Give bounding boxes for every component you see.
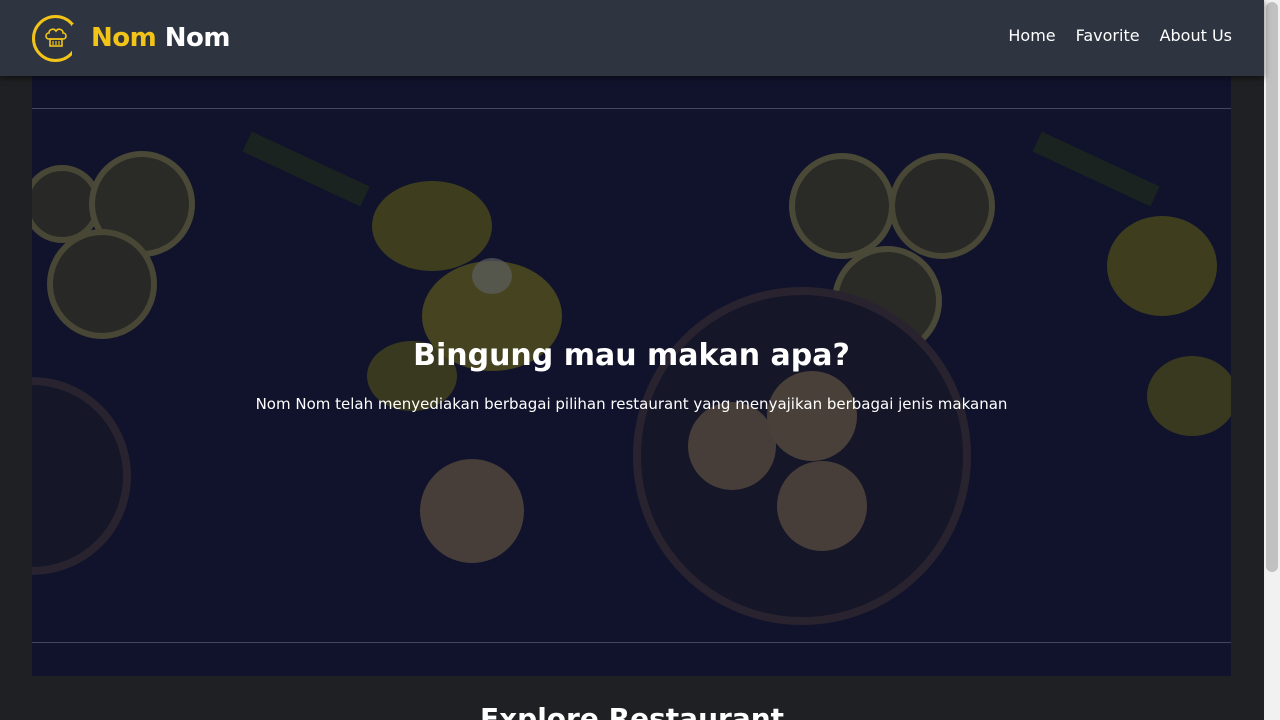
nav-about-link[interactable]: About Us <box>1160 26 1232 45</box>
nav-home-link[interactable]: Home <box>1008 26 1055 45</box>
hero-banner: Bingung mau makan apa? Nom Nom telah men… <box>32 76 1231 676</box>
nav-favorite-link[interactable]: Favorite <box>1076 26 1140 45</box>
brand-logo[interactable]: Nom Nom <box>32 13 231 63</box>
scrollbar-thumb[interactable] <box>1266 2 1278 572</box>
hero-bottom-divider <box>32 642 1231 643</box>
hero-content: Bingung mau makan apa? Nom Nom telah men… <box>32 338 1231 413</box>
brand-name-part2: Nom <box>164 23 231 53</box>
hero-title: Bingung mau makan apa? <box>413 338 850 373</box>
hero-top-divider <box>32 108 1231 109</box>
nav-links: Home Favorite About Us <box>1008 26 1232 45</box>
section-title: Explore Restaurant <box>479 702 785 720</box>
brand-name-part1: Nom <box>91 23 157 53</box>
page-scrollbar[interactable] <box>1264 0 1280 720</box>
navbar: Nom Nom Home Favorite About Us <box>0 0 1264 76</box>
brand-name: Nom Nom <box>91 23 231 53</box>
hero-subtitle: Nom Nom telah menyediakan berbagai pilih… <box>255 395 1008 413</box>
chef-hat-icon <box>32 14 80 62</box>
